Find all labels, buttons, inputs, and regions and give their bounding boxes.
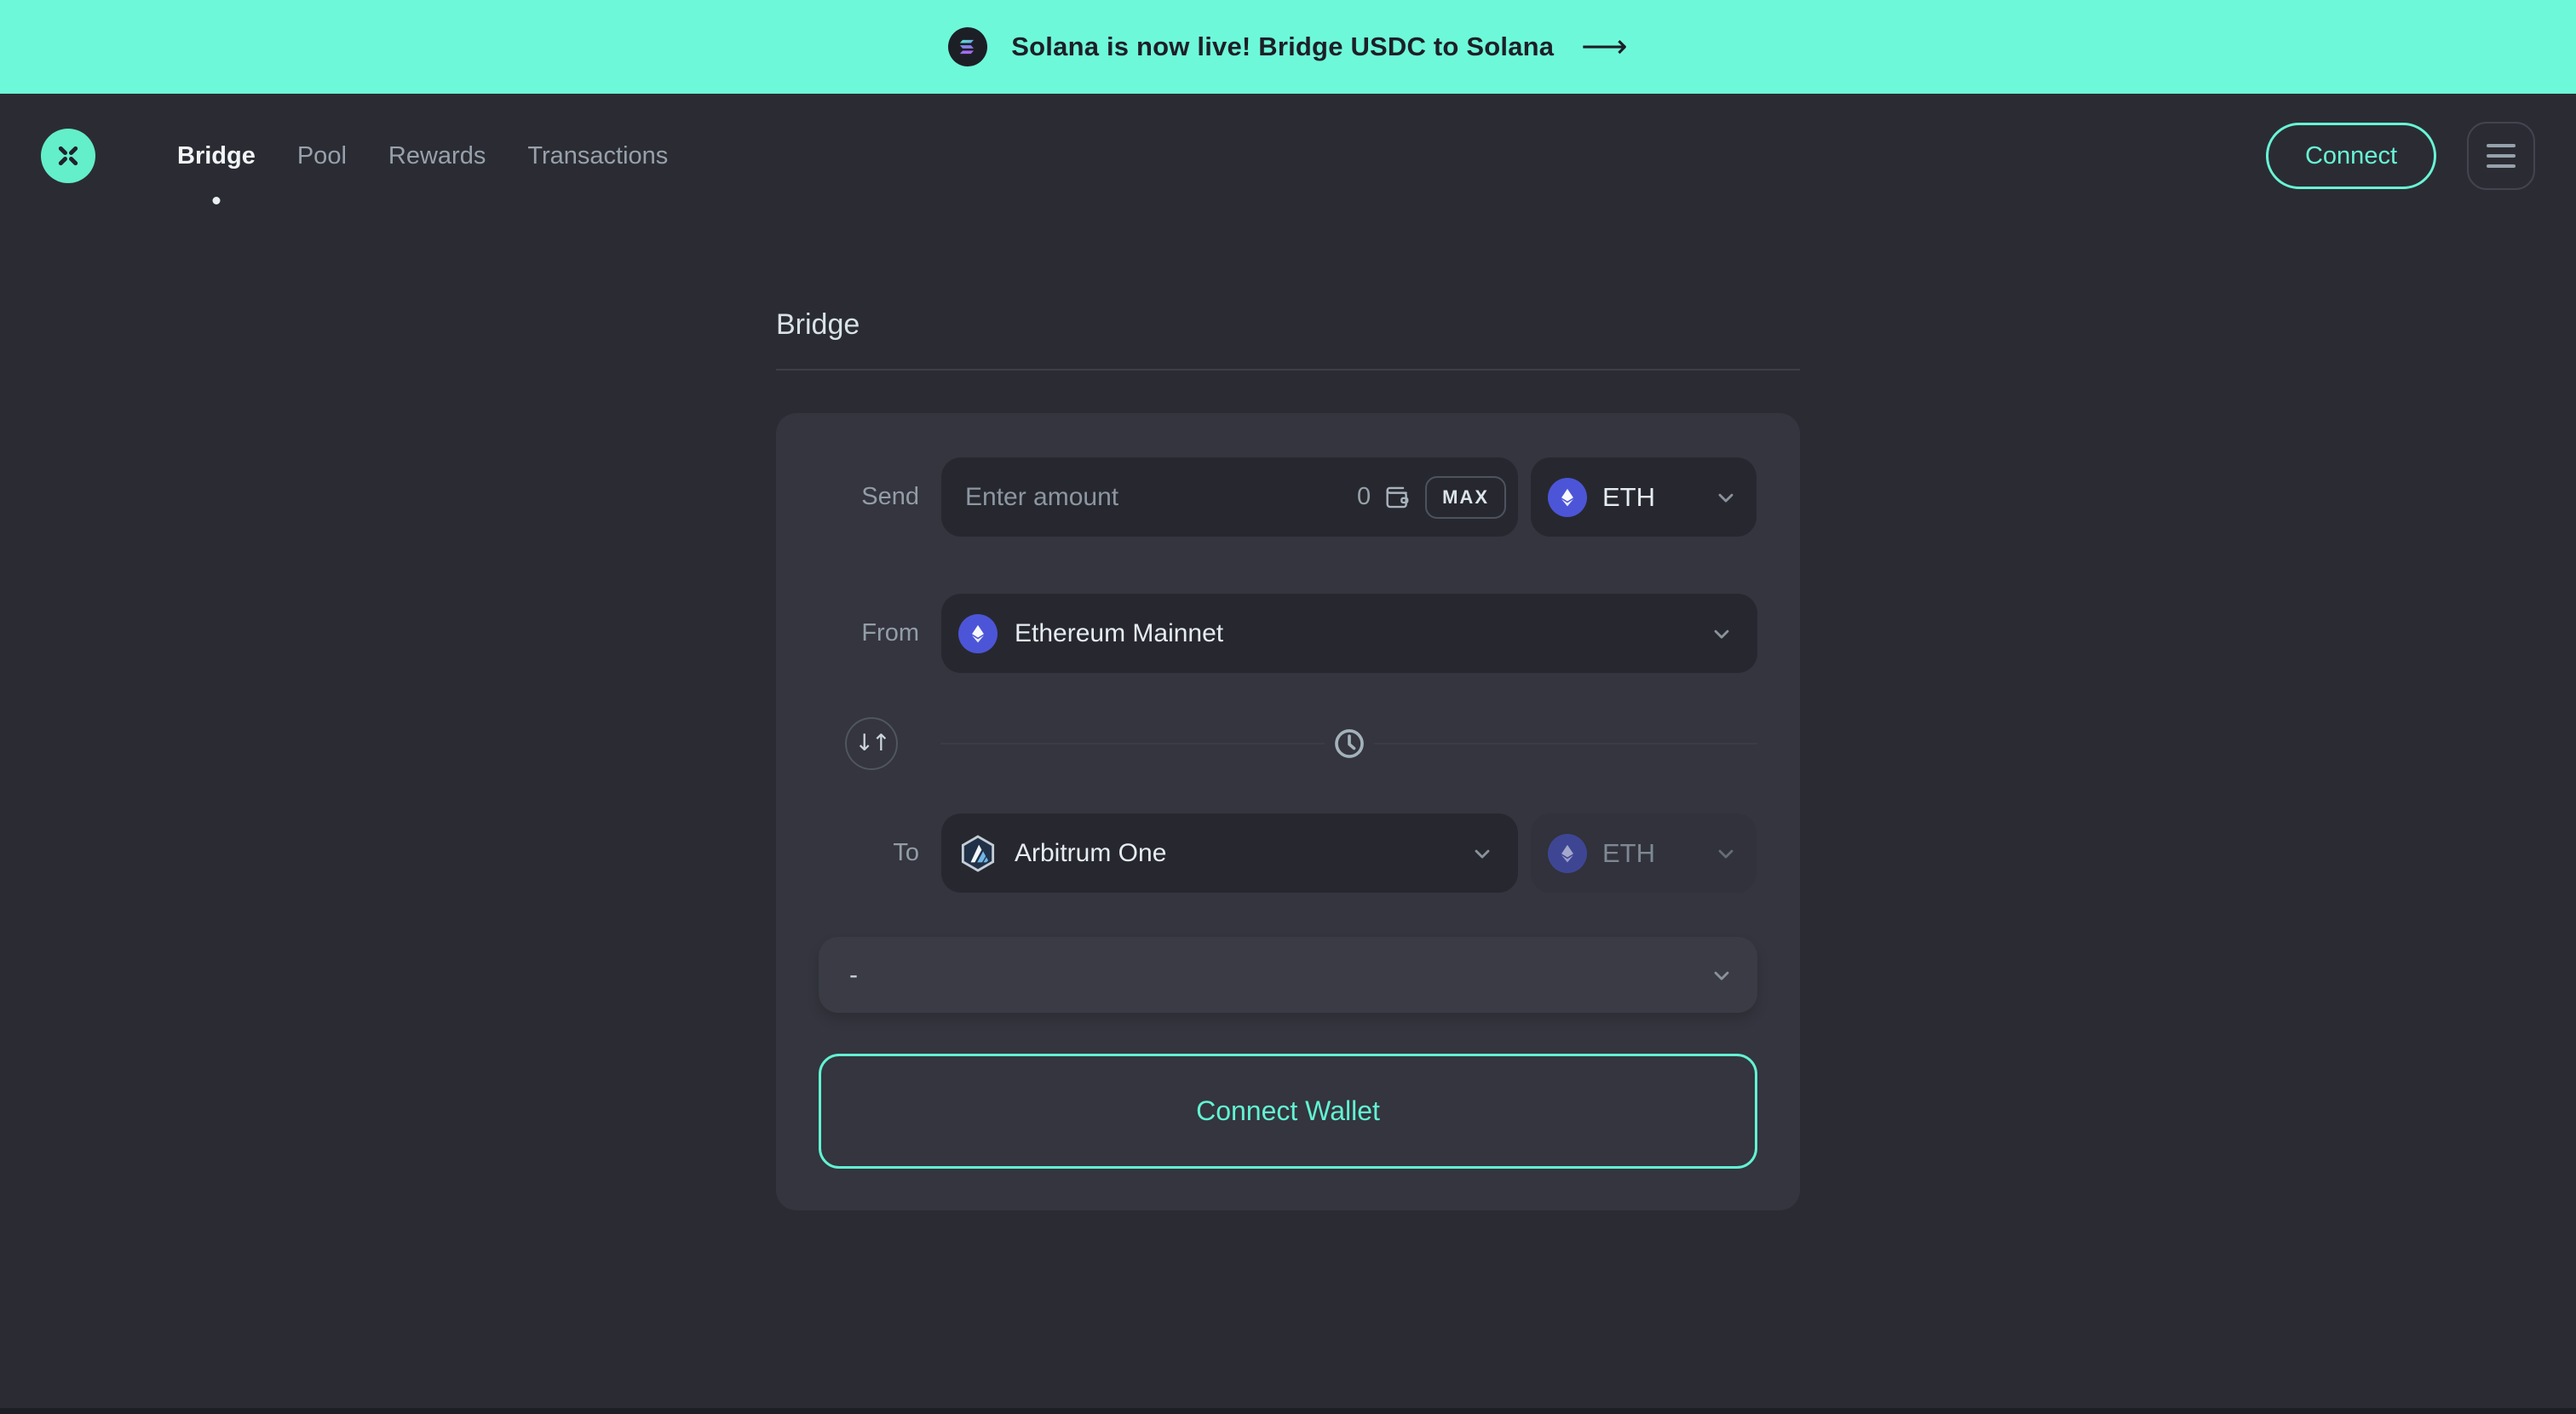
solana-icon: [948, 27, 987, 66]
navbar-right: Connect: [2266, 122, 2535, 190]
chevron-down-icon: [1714, 842, 1738, 865]
main-content: Bridge Send 0 MAX: [776, 308, 1800, 1210]
ethereum-token-icon: [1548, 478, 1587, 517]
nav-item-rewards[interactable]: Rewards: [388, 141, 486, 171]
arrow-right-icon: ⟶: [1581, 30, 1627, 62]
announcement-banner[interactable]: Solana is now live! Bridge USDC to Solan…: [0, 0, 2576, 94]
to-label: To: [819, 839, 919, 867]
nav-links: Bridge Pool Rewards Transactions: [177, 141, 668, 171]
to-network-select[interactable]: Arbitrum One: [941, 813, 1518, 893]
chevron-down-icon: [1710, 622, 1734, 646]
nav-item-label: Rewards: [388, 142, 486, 170]
send-token-label: ETH: [1602, 482, 1699, 513]
swap-divider-row: ↓↑: [819, 704, 1757, 783]
route-line: [940, 743, 1757, 744]
to-row: To Arbitrum One: [819, 813, 1757, 893]
receive-token-select: ETH: [1531, 813, 1757, 893]
connect-button[interactable]: Connect: [2266, 123, 2436, 189]
nav-item-label: Bridge: [177, 142, 256, 170]
nav-item-pool[interactable]: Pool: [297, 141, 347, 171]
from-network-select[interactable]: Ethereum Mainnet: [941, 594, 1757, 673]
nav-item-label: Pool: [297, 142, 347, 170]
bridge-card: Send 0 MAX: [776, 413, 1800, 1210]
details-dropdown[interactable]: -: [819, 937, 1757, 1013]
ethereum-network-icon: [958, 614, 998, 653]
page-title: Bridge: [776, 308, 1800, 342]
chevron-down-icon: [1710, 963, 1734, 987]
max-button[interactable]: MAX: [1425, 476, 1506, 519]
active-nav-dot: [212, 197, 220, 204]
wallet-icon: [1383, 483, 1412, 512]
chevron-down-icon: [1470, 842, 1494, 865]
arbitrum-network-icon: [958, 834, 998, 873]
window-bottom-edge: [0, 1408, 2576, 1414]
swap-arrows-icon: ↓↑: [854, 732, 888, 755]
ethereum-token-icon-disabled: [1548, 834, 1587, 873]
hamburger-icon: [2487, 144, 2516, 147]
navbar: Bridge Pool Rewards Transactions Connect: [0, 94, 2576, 218]
title-divider: [776, 369, 1800, 371]
receive-token-label: ETH: [1602, 838, 1699, 869]
send-row: Send 0 MAX: [819, 457, 1757, 537]
details-value: -: [849, 961, 1710, 990]
app-logo[interactable]: [41, 129, 95, 183]
from-network-label: Ethereum Mainnet: [1015, 619, 1693, 648]
banner-text: Solana is now live! Bridge USDC to Solan…: [1011, 32, 1554, 62]
nav-item-label: Transactions: [527, 142, 668, 170]
hamburger-menu-button[interactable]: [2467, 122, 2535, 190]
to-network-label: Arbitrum One: [1015, 839, 1453, 868]
nav-item-transactions[interactable]: Transactions: [527, 141, 668, 171]
connect-wallet-button[interactable]: Connect Wallet: [819, 1054, 1757, 1169]
from-row: From Ethereum Mainnet: [819, 594, 1757, 673]
amount-input-box: 0 MAX: [941, 457, 1518, 537]
amount-input[interactable]: [965, 483, 1357, 512]
send-token-select[interactable]: ETH: [1531, 457, 1757, 537]
nav-item-bridge[interactable]: Bridge: [177, 141, 256, 171]
clock-icon: [1331, 725, 1368, 762]
swap-direction-button[interactable]: ↓↑: [845, 717, 898, 770]
transfer-time-indicator: [1325, 724, 1374, 763]
chevron-down-icon: [1714, 486, 1738, 509]
send-label: Send: [819, 483, 919, 511]
wallet-balance: 0: [1357, 483, 1371, 511]
from-label: From: [819, 619, 919, 647]
